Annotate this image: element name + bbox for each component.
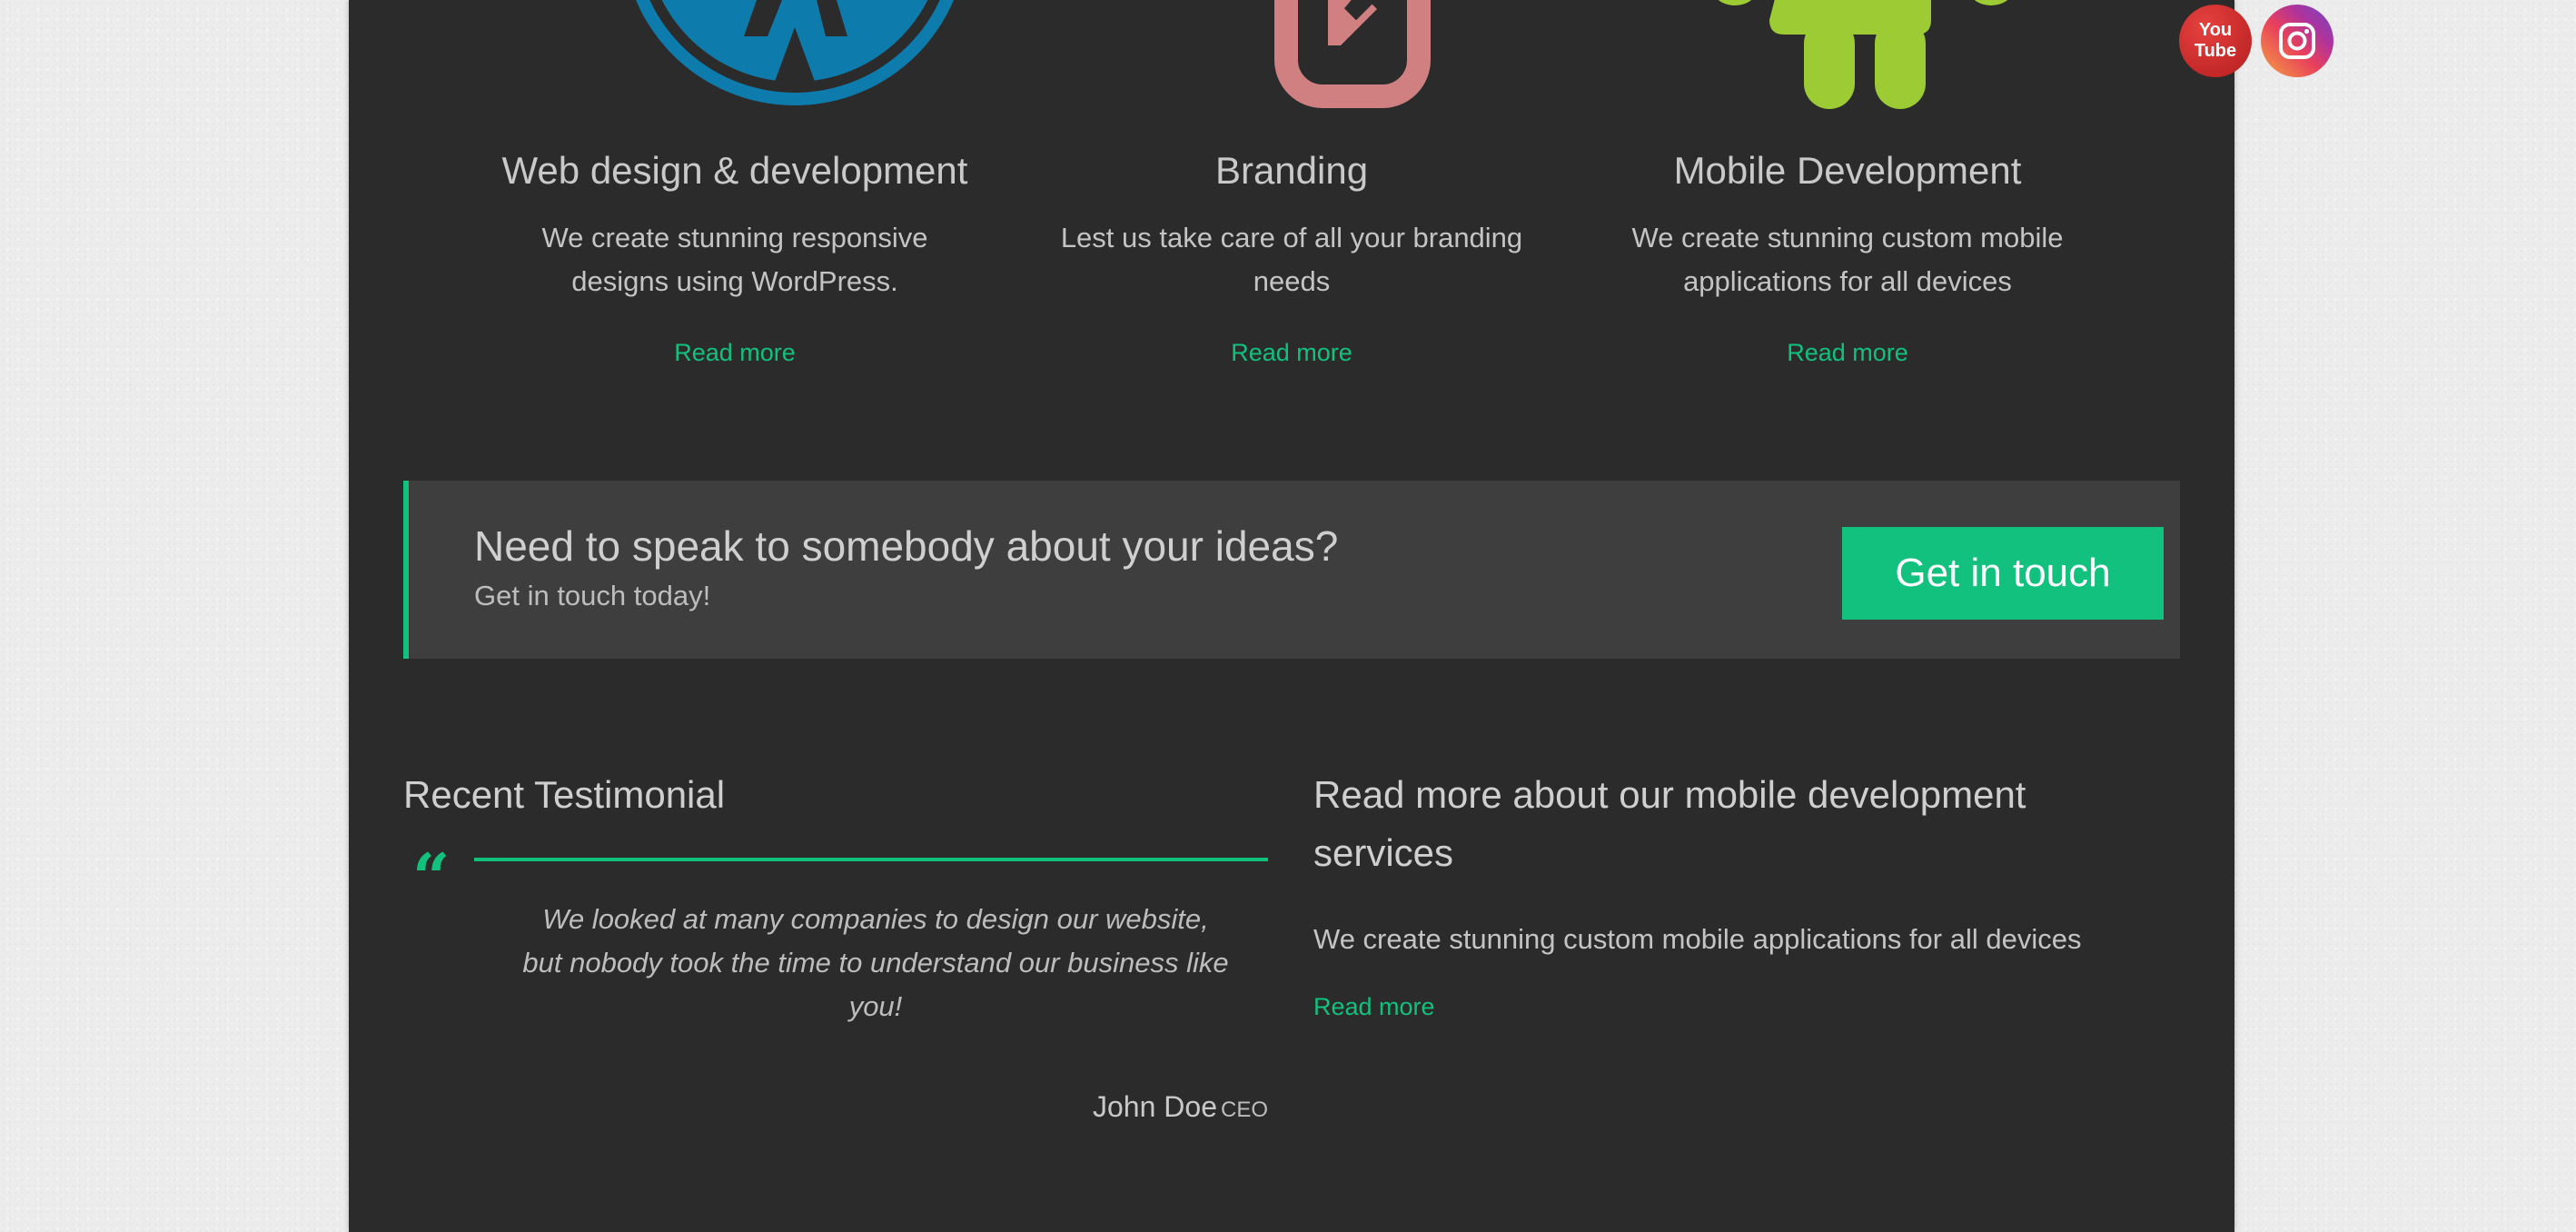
- cta-heading: Need to speak to somebody about your ide…: [474, 522, 1339, 570]
- quote-icon: “: [412, 839, 451, 916]
- feature-description: We create stunning custom mobile applica…: [1631, 222, 2064, 297]
- feature-web-design: Web design & development We create stunn…: [444, 0, 1025, 382]
- youtube-label-top: You: [2198, 20, 2233, 40]
- feature-description: Lest us take care of all your branding n…: [1060, 222, 1523, 297]
- youtube-icon[interactable]: You Tube: [2179, 5, 2252, 77]
- instagram-icon[interactable]: [2261, 5, 2333, 77]
- mobile-section-title: Read more about our mobile development s…: [1313, 773, 2026, 874]
- read-more-link[interactable]: Read more: [1001, 336, 1582, 369]
- cta-subheading: Get in touch today!: [474, 580, 711, 611]
- youtube-label-bottom: Tube: [2194, 41, 2237, 61]
- feature-title: Branding: [1214, 149, 1369, 192]
- feature-description: We create stunning responsive designs us…: [541, 222, 928, 297]
- feature-mobile: Mobile Development We create stunning cu…: [1557, 0, 2138, 382]
- read-more-link[interactable]: Read more: [1557, 336, 2138, 369]
- read-more-link[interactable]: Read more: [444, 336, 1025, 369]
- author-name: John Doe: [1093, 1090, 1217, 1123]
- android-icon: [1718, 0, 2008, 109]
- testimonial-title: Recent Testimonial: [403, 773, 726, 816]
- edit-icon: [1274, 0, 1431, 108]
- page-container: Web design & development We create stunn…: [349, 0, 2234, 1232]
- mobile-section-description: We create stunning custom mobile applica…: [1313, 923, 2082, 955]
- author-role: CEO: [1220, 1098, 1268, 1122]
- feature-title: Web design & development: [501, 149, 968, 192]
- cta-banner: Need to speak to somebody about your ide…: [403, 481, 2180, 659]
- feature-branding: Branding Lest us take care of all your b…: [1001, 0, 1582, 382]
- get-in-touch-button[interactable]: Get in touch: [1842, 527, 2164, 620]
- testimonial-author: John Doe CEO: [1093, 1090, 1268, 1124]
- instagram-glyph-icon: [2279, 23, 2315, 59]
- feature-title: Mobile Development: [1673, 149, 2022, 192]
- read-more-link[interactable]: Read more: [1313, 990, 1435, 1023]
- wordpress-icon: [636, 0, 954, 105]
- quote-divider: [474, 858, 1268, 861]
- testimonial-quote: We looked at many companies to design ou…: [522, 903, 1229, 1022]
